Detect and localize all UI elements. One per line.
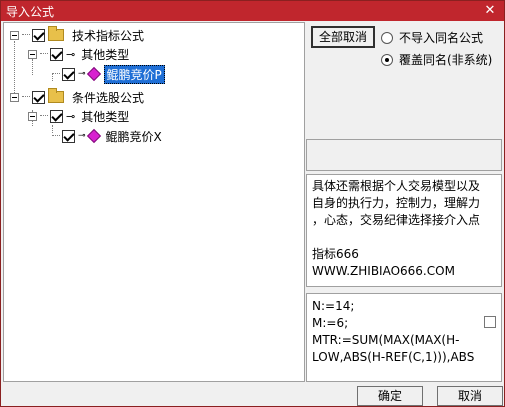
formula-diamond-icon xyxy=(86,66,101,82)
tree-node-kunpeng-x[interactable]: ⊸ 鲲鹏竞价X xyxy=(52,127,164,145)
code-line: N:=14; xyxy=(312,299,355,313)
checkbox-stock-selection[interactable] xyxy=(32,90,45,104)
radio-no-import-same-name[interactable]: 不导入同名公式 xyxy=(381,29,483,46)
cancel-all-button[interactable]: 全部取消 xyxy=(311,26,375,48)
tree-dash xyxy=(52,135,60,137)
collapse-toggle[interactable] xyxy=(10,30,19,40)
tree-node-kunpeng-p[interactable]: ⊸ 鲲鹏竞价P xyxy=(52,64,165,84)
radio-dot[interactable] xyxy=(381,31,393,44)
code-line: M:=6; xyxy=(312,316,349,330)
checkbox-kunpeng-x[interactable] xyxy=(62,129,75,143)
description-line: 自身的执行力，控制力，理解力 xyxy=(312,196,481,210)
formula-code-panel[interactable]: N:=14; M:=6; MTR:=SUM(MAX(MAX(H- LOW,ABS… xyxy=(306,293,502,382)
formula-link-icon: ⊸ xyxy=(78,131,86,141)
code-line: LOW,ABS(H-REF(C,1))),ABS xyxy=(312,350,475,364)
formula-link-icon: ⊸ xyxy=(78,69,86,79)
ok-button[interactable]: 确定 xyxy=(357,386,423,406)
tree-dash xyxy=(40,53,48,55)
description-line: 指标666 xyxy=(312,247,359,261)
collapse-toggle[interactable] xyxy=(28,49,37,59)
radio-label: 覆盖同名(非系统) xyxy=(399,53,493,67)
radio-dot-selected[interactable] xyxy=(381,53,393,66)
tree-label: 其他类型 xyxy=(81,47,130,62)
folder-icon xyxy=(48,88,64,103)
dialog-title: 导入公式 xyxy=(6,5,55,19)
code-line: MTR:=SUM(MAX(MAX(H- xyxy=(312,333,460,347)
description-blank xyxy=(312,229,496,246)
cancel-button[interactable]: 取消 xyxy=(437,386,503,406)
checkbox-kunpeng-p[interactable] xyxy=(62,67,75,81)
collapse-toggle[interactable] xyxy=(28,111,37,121)
tree-node-stock-selection[interactable]: 条件选股公式 xyxy=(10,88,146,106)
tree-label-selected: 鲲鹏竞价P xyxy=(103,64,165,84)
tree-node-other-types-2[interactable]: ⊸ 其他类型 xyxy=(28,107,131,125)
folder-icon xyxy=(48,26,64,41)
description-line: WWW.ZHIBIAO666.COM xyxy=(312,264,455,278)
tree-dash xyxy=(22,96,30,98)
description-line: 具体还需根据个人交易模型以及 xyxy=(312,179,481,193)
checkbox-other-types-2[interactable] xyxy=(50,109,63,123)
tree-dash xyxy=(22,34,30,36)
tree-label: 其他类型 xyxy=(81,109,130,124)
close-icon[interactable]: ✕ xyxy=(482,2,498,19)
code-checkbox[interactable] xyxy=(484,316,496,328)
tree-label: 技术指标公式 xyxy=(72,28,145,43)
checkbox-other-types-1[interactable] xyxy=(50,47,63,61)
tree-dash xyxy=(52,73,60,75)
tree-label: 条件选股公式 xyxy=(72,90,145,105)
key-icon: ⊸ xyxy=(66,109,76,123)
key-icon: ⊸ xyxy=(66,47,76,61)
description-panel: 具体还需根据个人交易模型以及 自身的执行力，控制力，理解力 ，心态，交易纪律选择… xyxy=(306,174,502,287)
tree-node-other-types-1[interactable]: ⊸ 其他类型 xyxy=(28,45,131,63)
import-formula-dialog: 导入公式 ✕ 技术指标公式 ⊸ 其他类型 ⊸ 鲲鹏竞价P 条件选股公式 ⊸ 其他… xyxy=(0,0,505,407)
empty-info-panel xyxy=(306,139,502,171)
checkbox-technical-indicators[interactable] xyxy=(32,28,45,42)
radio-overwrite-same-name[interactable]: 覆盖同名(非系统) xyxy=(381,51,492,68)
tree-dash xyxy=(40,115,48,117)
description-line: ，心态，交易纪律选择接介入点 xyxy=(312,213,481,227)
tree-node-technical-indicators[interactable]: 技术指标公式 xyxy=(10,26,146,44)
radio-label: 不导入同名公式 xyxy=(399,31,484,45)
tree-label: 鲲鹏竞价X xyxy=(105,129,162,144)
formula-diamond-icon xyxy=(86,128,101,144)
collapse-toggle[interactable] xyxy=(10,92,19,102)
title-bar: 导入公式 ✕ xyxy=(1,1,504,21)
formula-tree[interactable]: 技术指标公式 ⊸ 其他类型 ⊸ 鲲鹏竞价P 条件选股公式 ⊸ 其他类型 ⊸ 鲲鹏… xyxy=(3,22,305,382)
